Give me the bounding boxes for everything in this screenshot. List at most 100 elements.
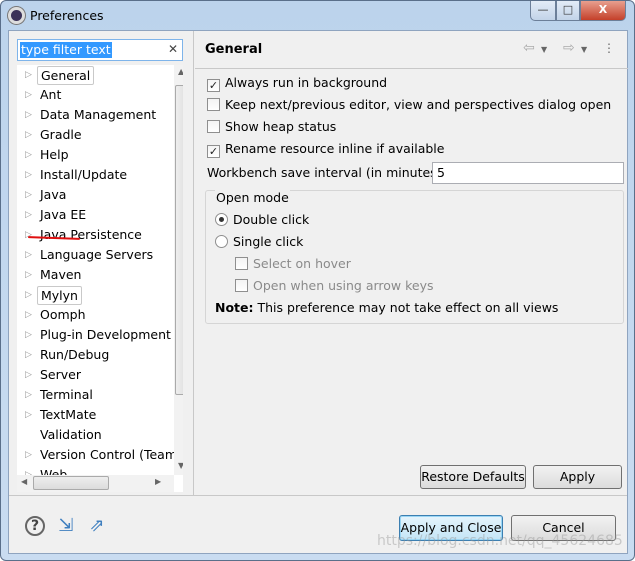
- tree-item-label: TextMate: [40, 407, 97, 422]
- expand-arrow-icon[interactable]: ▷: [25, 125, 32, 145]
- tree-item-label: Plug-in Development: [40, 327, 171, 342]
- single-click-radio[interactable]: Single click: [215, 233, 303, 251]
- minimize-button[interactable]: —: [530, 1, 556, 21]
- checkbox[interactable]: ✓: [207, 145, 220, 158]
- import-icon[interactable]: ⇲: [55, 516, 77, 536]
- single-click-label: Single click: [233, 234, 304, 249]
- horizontal-scroll-thumb[interactable]: [33, 476, 109, 490]
- option-label: Rename resource inline if available: [225, 141, 445, 156]
- tree-item-label: Terminal: [40, 387, 93, 402]
- expand-arrow-icon[interactable]: ▷: [25, 205, 32, 225]
- vertical-scrollbar[interactable]: ▲ ▼: [174, 65, 183, 475]
- option-checkbox[interactable]: Keep next/previous editor, view and pers…: [207, 96, 611, 114]
- select-on-hover-label: Select on hover: [253, 256, 351, 271]
- expand-arrow-icon[interactable]: ▷: [25, 265, 32, 285]
- tree-item-label: Validation: [40, 427, 102, 442]
- tree-item-label: Maven: [40, 267, 82, 282]
- note-body: This preference may not take effect on a…: [253, 300, 559, 315]
- tree-item-label: Data Management: [40, 107, 157, 122]
- horizontal-scrollbar[interactable]: ◀ ▶: [17, 475, 174, 492]
- tree-item-label: Java EE: [40, 207, 87, 222]
- expand-arrow-icon[interactable]: ▷: [25, 385, 32, 405]
- general-page: General ⇦ ▼ ⇨ ▼ ⋮ ✓ Always run in backgro…: [195, 31, 628, 495]
- option-label: Always run in background: [225, 75, 388, 90]
- header-divider: [195, 68, 628, 69]
- expand-arrow-icon[interactable]: ▷: [25, 445, 32, 465]
- checkbox[interactable]: [207, 120, 220, 133]
- left-panel: type filter text ✕ ▷Web▷Version Control …: [9, 31, 194, 495]
- option-checkbox[interactable]: ✓ Rename resource inline if available: [207, 140, 444, 158]
- expand-arrow-icon[interactable]: ▷: [25, 225, 32, 245]
- view-menu-icon[interactable]: ⋮: [603, 41, 615, 55]
- double-click-label: Double click: [233, 212, 310, 227]
- interval-label: Workbench save interval (in minutes):: [207, 165, 446, 180]
- close-button[interactable]: X: [580, 1, 626, 21]
- title-bar[interactable]: Preferences — □ X: [1, 1, 634, 31]
- tree-item-label: Gradle: [40, 127, 82, 142]
- double-click-radio[interactable]: Double click: [215, 211, 309, 229]
- maximize-button[interactable]: □: [556, 1, 580, 21]
- option-checkbox[interactable]: ✓ Always run in background: [207, 74, 387, 92]
- preferences-window: Preferences — □ X type filter text ✕ ▷We…: [0, 0, 635, 561]
- clear-icon[interactable]: ✕: [168, 42, 178, 56]
- help-icon[interactable]: ?: [25, 516, 45, 536]
- tree-item-label: General: [37, 66, 95, 85]
- scroll-up-icon[interactable]: ▲: [178, 67, 183, 76]
- expand-arrow-icon[interactable]: ▷: [25, 345, 32, 365]
- back-icon[interactable]: ⇦: [523, 40, 535, 56]
- checkbox[interactable]: [207, 98, 220, 111]
- back-menu-icon[interactable]: ▼: [541, 45, 547, 54]
- tree-item-label: Java Persistence: [40, 227, 142, 242]
- option-checkbox[interactable]: Show heap status: [207, 118, 336, 136]
- expand-arrow-icon[interactable]: ▷: [25, 185, 32, 205]
- radio-unselected[interactable]: [215, 235, 228, 248]
- checkbox[interactable]: [235, 257, 248, 270]
- page-title: General: [205, 42, 263, 57]
- option-label: Show heap status: [225, 119, 337, 134]
- preference-tree: ▷Web▷Version Control (Team)Validation▷Te…: [17, 65, 183, 492]
- expand-arrow-icon[interactable]: ▷: [25, 165, 32, 185]
- checkbox[interactable]: ✓: [207, 79, 220, 92]
- expand-arrow-icon[interactable]: ▷: [25, 325, 32, 345]
- apply-button[interactable]: Apply: [533, 465, 622, 489]
- expand-arrow-icon[interactable]: ▷: [25, 85, 32, 105]
- filter-input[interactable]: type filter text ✕: [17, 39, 183, 61]
- dialog-body: type filter text ✕ ▷Web▷Version Control …: [8, 30, 628, 554]
- select-on-hover-checkbox[interactable]: Select on hover: [235, 255, 351, 273]
- tree-item-label: Install/Update: [40, 167, 128, 182]
- expand-arrow-icon[interactable]: ▷: [25, 305, 32, 325]
- filter-text[interactable]: type filter text: [20, 42, 112, 58]
- open-arrow-keys-label: Open when using arrow keys: [253, 278, 434, 293]
- option-label: Keep next/previous editor, view and pers…: [225, 97, 612, 112]
- open-arrow-keys-checkbox[interactable]: Open when using arrow keys: [235, 277, 434, 295]
- scroll-left-icon[interactable]: ◀: [21, 477, 27, 486]
- forward-menu-icon[interactable]: ▼: [581, 45, 587, 54]
- expand-arrow-icon[interactable]: ▷: [25, 285, 32, 305]
- restore-defaults-button[interactable]: Restore Defaults: [420, 465, 526, 489]
- tree-item-label: Mylyn: [37, 286, 82, 305]
- expand-arrow-icon[interactable]: ▷: [25, 405, 32, 425]
- note-text: Note: This preference may not take effec…: [215, 299, 558, 317]
- scroll-down-icon[interactable]: ▼: [178, 461, 183, 470]
- expand-arrow-icon[interactable]: ▷: [25, 365, 32, 385]
- tree-item-label: Language Servers: [40, 247, 154, 262]
- scroll-right-icon[interactable]: ▶: [155, 477, 161, 486]
- note-bold: Note:: [215, 300, 254, 315]
- tree-item-label: Server: [40, 367, 81, 382]
- watermark: https://blog.csdn.net/qq_45624685: [377, 533, 623, 549]
- expand-arrow-icon[interactable]: ▷: [25, 105, 32, 125]
- tree-item-label: Help: [40, 147, 69, 162]
- vertical-scroll-thumb[interactable]: [175, 85, 183, 395]
- save-interval-input[interactable]: 5: [432, 162, 624, 184]
- checkbox[interactable]: [235, 279, 248, 292]
- tree-item-label: Run/Debug: [40, 347, 110, 362]
- forward-icon[interactable]: ⇨: [563, 40, 575, 56]
- tree-item-label: Ant: [40, 87, 62, 102]
- open-mode-label: Open mode: [215, 190, 290, 205]
- expand-arrow-icon[interactable]: ▷: [25, 65, 32, 85]
- expand-arrow-icon[interactable]: ▷: [25, 145, 32, 165]
- radio-selected[interactable]: [215, 213, 228, 226]
- export-icon[interactable]: ⇗: [86, 516, 108, 536]
- window-title: Preferences: [30, 8, 104, 23]
- expand-arrow-icon[interactable]: ▷: [25, 245, 32, 265]
